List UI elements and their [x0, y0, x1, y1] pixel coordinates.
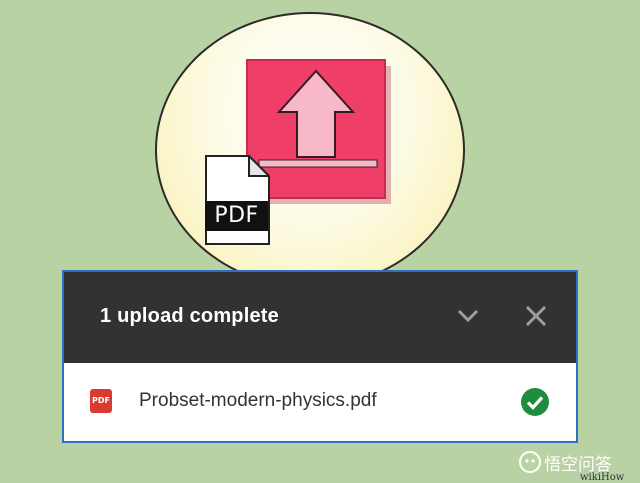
uploaded-file-row[interactable]: PDF Probset-modern-physics.pdf: [64, 363, 576, 441]
collapse-button[interactable]: [450, 298, 486, 334]
upload-panel: 1 upload complete PDF Probset-modern-phy…: [62, 270, 578, 443]
close-icon: [525, 305, 547, 327]
upload-status-title: 1 upload complete: [100, 305, 279, 327]
chevron-down-icon: [457, 309, 479, 323]
watermark-logo-icon: [519, 451, 541, 473]
pdf-file-icon: PDF: [90, 389, 112, 413]
pdf-doc-label: PDF: [205, 201, 268, 231]
file-name[interactable]: Probset-modern-physics.pdf: [139, 390, 377, 412]
check-circle-icon: [521, 388, 549, 416]
watermark: 悟空问答 wikiHow: [518, 444, 640, 483]
pdf-document-icon: PDF: [205, 155, 270, 245]
upload-panel-header: 1 upload complete: [64, 272, 576, 363]
watermark-brand: wikiHow: [580, 472, 625, 483]
upload-icon: [246, 59, 391, 204]
illustration-circle: [155, 12, 465, 288]
close-button[interactable]: [518, 298, 554, 334]
